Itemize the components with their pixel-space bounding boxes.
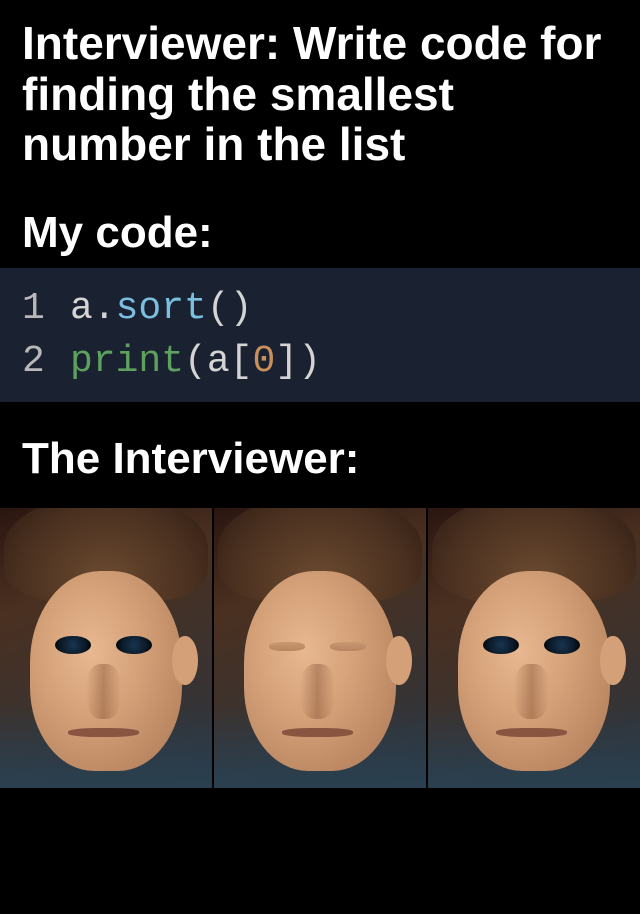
- code-token: ]): [275, 340, 321, 383]
- line-number: 1: [22, 282, 70, 335]
- eye-closed-icon: [269, 642, 305, 651]
- code-content: a.sort(): [70, 282, 252, 335]
- eye-open-icon: [483, 636, 519, 654]
- code-line: 2print(a[0]): [22, 335, 618, 388]
- reaction-image-row: [0, 508, 640, 788]
- reaction-panel-1: [0, 508, 212, 788]
- eye-open-icon: [55, 636, 91, 654]
- eye-open-icon: [116, 636, 152, 654]
- code-block: 1a.sort()2print(a[0]): [0, 268, 640, 402]
- meme-container: Interviewer: Write code for finding the …: [0, 0, 640, 914]
- reaction-panel-3: [428, 508, 640, 788]
- code-token: sort: [116, 287, 207, 330]
- code-token: .: [93, 287, 116, 330]
- code-token: (a[: [184, 340, 252, 383]
- caption-interviewer-label: The Interviewer:: [22, 434, 618, 484]
- code-token: (): [207, 287, 253, 330]
- line-number: 2: [22, 335, 70, 388]
- code-token: 0: [252, 340, 275, 383]
- face-icon: [214, 508, 426, 788]
- code-token: a: [70, 287, 93, 330]
- face-icon: [428, 508, 640, 788]
- eye-open-icon: [544, 636, 580, 654]
- code-line: 1a.sort(): [22, 282, 618, 335]
- code-content: print(a[0]): [70, 335, 321, 388]
- caption-top-text: Interviewer: Write code for finding the …: [22, 18, 618, 170]
- face-icon: [0, 508, 212, 788]
- eye-closed-icon: [330, 642, 366, 651]
- code-token: print: [70, 340, 184, 383]
- reaction-panel-2: [214, 508, 426, 788]
- caption-mycode-label: My code:: [22, 208, 618, 258]
